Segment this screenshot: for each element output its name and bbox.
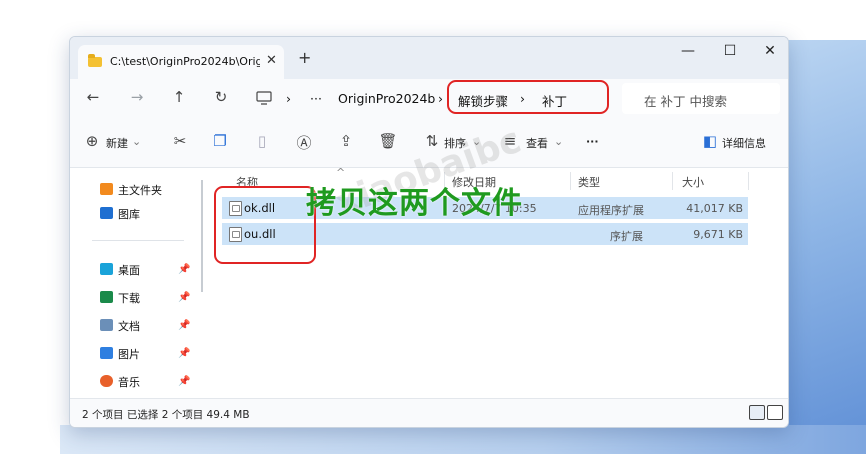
- file-explorer-window: C:\test\OriginPro2024b\Origin ✕ + — ☐ ✕ …: [69, 36, 789, 428]
- desktop-wallpaper-bottom: [60, 425, 866, 454]
- refresh-icon[interactable]: ↻: [210, 88, 232, 106]
- search-placeholder: 在 补丁 中搜索: [644, 94, 727, 109]
- tiles-view-icon[interactable]: [767, 405, 783, 420]
- status-bar: 2 个项目 已选择 2 个项目 49.4 MB: [70, 398, 788, 427]
- new-tab-button[interactable]: +: [298, 48, 311, 67]
- documents-icon: [100, 319, 113, 331]
- status-text: 2 个项目 已选择 2 个项目 49.4 MB: [82, 409, 250, 421]
- view-button[interactable]: 查看: [526, 135, 548, 151]
- pin-icon: 📌: [178, 376, 191, 387]
- rename-icon[interactable]: Ⓐ: [294, 132, 314, 153]
- address-bar[interactable]: › ··· OriginPro2024b › 解锁步骤 › 补丁: [252, 83, 612, 114]
- download-icon: [100, 291, 113, 303]
- sidebar-item-label: 桌面: [118, 264, 140, 277]
- breadcrumb-separator: ›: [286, 91, 291, 106]
- file-type: 序扩展: [610, 230, 643, 243]
- forward-arrow-icon[interactable]: →: [126, 88, 148, 106]
- more-options-button[interactable]: ···: [586, 135, 599, 148]
- instruction-annotation: 拷贝这两个文件: [306, 186, 523, 221]
- breadcrumb-separator: ›: [438, 91, 443, 106]
- desktop-icon: [100, 263, 113, 275]
- breadcrumb-patch[interactable]: 补丁: [542, 91, 567, 110]
- navigation-pane: 主文件夹 图库 桌面 📌 下载 📌 文档 📌 图片 📌 音乐 📌: [70, 168, 202, 398]
- home-icon: [100, 183, 113, 195]
- sidebar-item-label: 图库: [118, 208, 140, 221]
- column-header-type[interactable]: 类型: [578, 174, 600, 190]
- music-icon: [100, 375, 113, 387]
- navigation-bar: ← → ↑ ↻ › ··· OriginPro2024b › 解锁步骤 › 补丁…: [70, 79, 788, 120]
- cut-icon[interactable]: ✂: [170, 132, 190, 150]
- sidebar-item-label: 音乐: [118, 376, 140, 389]
- sidebar-item-label: 主文件夹: [118, 184, 162, 197]
- computer-icon: [256, 91, 272, 105]
- chevron-down-icon[interactable]: ⌄: [554, 135, 563, 148]
- column-header-name[interactable]: 名称: [236, 174, 258, 190]
- pin-icon: 📌: [178, 348, 191, 359]
- share-icon[interactable]: ⇪: [336, 132, 356, 150]
- pin-icon: 📌: [178, 320, 191, 331]
- file-size: 9,671 KB: [693, 228, 743, 241]
- close-window-button[interactable]: ✕: [758, 43, 782, 59]
- screenshot-stage: C:\test\OriginPro2024b\Origin ✕ + — ☐ ✕ …: [0, 0, 866, 454]
- pane-resize-handle[interactable]: [201, 180, 203, 292]
- tab-close-icon[interactable]: ✕: [266, 53, 277, 68]
- back-arrow-icon[interactable]: ←: [82, 88, 104, 106]
- file-size: 41,017 KB: [686, 202, 743, 215]
- breadcrumb-separator: ›: [520, 91, 525, 106]
- file-row-ou-dll[interactable]: ou.dll 序扩展 9,671 KB: [222, 223, 748, 245]
- search-input[interactable]: 在 补丁 中搜索: [622, 83, 780, 114]
- paste-icon[interactable]: ▯: [252, 132, 272, 150]
- column-header-size[interactable]: 大小: [682, 174, 704, 190]
- copy-icon[interactable]: ❐: [210, 132, 230, 150]
- plus-circle-icon[interactable]: ⊕: [82, 132, 102, 150]
- sidebar-item-label: 下载: [118, 292, 140, 305]
- details-pane-icon[interactable]: ◧: [700, 132, 720, 150]
- pin-icon: 📌: [178, 292, 191, 303]
- minimize-button[interactable]: —: [676, 43, 700, 59]
- dll-file-icon: [229, 201, 242, 216]
- details-view-icon[interactable]: [749, 405, 765, 420]
- tab-current-folder[interactable]: C:\test\OriginPro2024b\Origin ✕: [78, 45, 284, 79]
- delete-icon[interactable]: 🗑: [378, 132, 398, 150]
- file-name: ou.dll: [244, 227, 276, 241]
- maximize-button[interactable]: ☐: [718, 43, 742, 59]
- breadcrumb-overflow-button[interactable]: ···: [310, 91, 322, 106]
- sidebar-item-label: 文档: [118, 320, 140, 333]
- file-name: ok.dll: [244, 201, 276, 215]
- file-type: 应用程序扩展: [578, 204, 644, 217]
- sidebar-item-label: 图片: [118, 348, 140, 361]
- column-divider[interactable]: [672, 172, 673, 190]
- column-divider[interactable]: [748, 172, 749, 190]
- column-divider[interactable]: [570, 172, 571, 190]
- chevron-down-icon[interactable]: ⌄: [132, 135, 141, 148]
- folder-icon: [88, 54, 102, 67]
- dll-file-icon: [229, 227, 242, 242]
- title-bar: C:\test\OriginPro2024b\Origin ✕ + — ☐ ✕: [70, 37, 788, 79]
- pin-icon: 📌: [178, 264, 191, 275]
- details-button[interactable]: 详细信息: [722, 135, 766, 151]
- breadcrumb-unlock-steps[interactable]: 解锁步骤: [458, 91, 508, 110]
- tab-title: C:\test\OriginPro2024b\Origin: [110, 55, 260, 68]
- sidebar-divider: [92, 240, 184, 241]
- up-arrow-icon[interactable]: ↑: [168, 88, 190, 106]
- new-button[interactable]: 新建: [106, 135, 128, 151]
- pictures-icon: [100, 347, 113, 359]
- gallery-icon: [100, 207, 113, 219]
- breadcrumb-originpro2024b[interactable]: OriginPro2024b: [338, 91, 435, 106]
